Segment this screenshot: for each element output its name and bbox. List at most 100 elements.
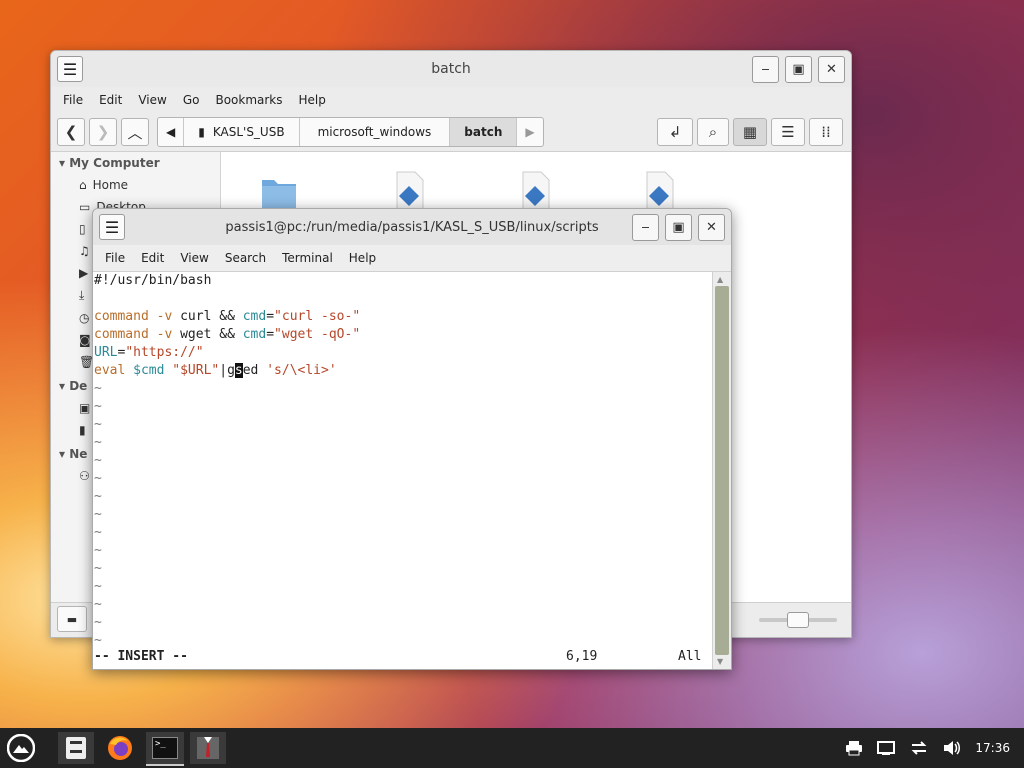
window-menu-button[interactable]: ☰: [57, 56, 83, 82]
file-manager-titlebar[interactable]: ☰ batch ‒ ▣ ✕: [51, 51, 851, 87]
terminal-window: ☰ passis1@pc:/run/media/passis1/KASL_S_U…: [92, 208, 732, 670]
taskbar-firefox[interactable]: [102, 732, 138, 764]
maximize-button[interactable]: ▣: [785, 56, 812, 83]
close-icon: ✕: [706, 220, 717, 235]
sidebar-section-label: De: [69, 379, 88, 393]
sidebar-icon: ▬: [66, 612, 78, 626]
menu-bookmarks[interactable]: Bookmarks: [207, 93, 290, 107]
document-icon: ▯: [79, 222, 86, 236]
breadcrumb-batch[interactable]: batch: [450, 118, 518, 146]
vim-empty-line: ~: [94, 453, 102, 468]
clock[interactable]: 17:36: [975, 741, 1010, 755]
taskbar-terminal[interactable]: >_: [146, 732, 184, 766]
vim-line: eval $cmd "$URL"|gsed 's/\<li>': [94, 363, 337, 378]
terminal-menubar: File Edit View Search Terminal Help: [93, 245, 731, 272]
forward-button[interactable]: ❯: [89, 118, 117, 146]
compact-view-button[interactable]: ⁞⁞: [809, 118, 843, 146]
sidebar-item-home[interactable]: ⌂ Home: [51, 174, 220, 196]
toggle-sidebar-button[interactable]: ▬: [57, 606, 87, 632]
vim-line: [93, 290, 713, 308]
scrollbar-thumb[interactable]: [715, 286, 729, 655]
vim-empty-line: ~: [94, 561, 102, 576]
menu-edit[interactable]: Edit: [133, 251, 172, 265]
vim-editor[interactable]: #!/usr/bin/bash command -v curl && cmd="c…: [93, 272, 713, 669]
music-icon: ♫: [79, 244, 90, 258]
sidebar-item-label: Home: [92, 178, 129, 192]
back-arrow-icon: ❮: [64, 123, 78, 141]
location-entry-icon: ↲: [668, 123, 682, 141]
download-icon: ⤓: [79, 288, 85, 302]
vim-empty-line: ~: [94, 471, 102, 486]
menu-search[interactable]: Search: [217, 251, 274, 265]
system-tray: 17:36: [845, 728, 1024, 768]
taskbar-app[interactable]: [190, 732, 226, 764]
video-icon: ▶: [79, 266, 89, 280]
terminal-icon: >_: [152, 737, 178, 759]
maximize-button[interactable]: ▣: [665, 214, 692, 241]
clock-icon: ◷: [79, 311, 90, 325]
firefox-icon: [108, 736, 132, 760]
home-icon: ⌂: [79, 178, 87, 192]
folder-icon: ▭: [79, 200, 91, 214]
hamburger-icon: ☰: [104, 217, 120, 237]
search-button[interactable]: ⌕: [697, 118, 729, 146]
sidebar-section-label: My Computer: [69, 156, 160, 170]
vim-empty-line: ~: [94, 597, 102, 612]
scroll-position: All: [678, 649, 702, 664]
vim-line: command -v curl && cmd="curl -so-": [94, 309, 361, 324]
breadcrumb-usb[interactable]: ▮ KASL'S_USB: [184, 118, 300, 146]
grid-icon: ▦: [742, 123, 758, 141]
maximize-icon: ▣: [792, 62, 805, 77]
vim-empty-line: ~: [94, 435, 102, 450]
breadcrumb-usb-label: KASL'S_USB: [212, 125, 285, 139]
expander-icon: ▾: [59, 156, 70, 170]
menu-help[interactable]: Help: [291, 93, 334, 107]
back-button[interactable]: ❮: [57, 118, 85, 146]
toggle-location-button[interactable]: ↲: [657, 118, 693, 146]
vim-line: #!/usr/bin/bash: [94, 273, 212, 288]
zoom-slider-thumb[interactable]: [787, 612, 809, 628]
vim-empty-line: ~: [94, 381, 102, 396]
display-icon[interactable]: [877, 740, 896, 756]
menu-go[interactable]: Go: [175, 93, 208, 107]
menu-file[interactable]: File: [97, 251, 133, 265]
breadcrumb-left-button[interactable]: ◀: [158, 118, 185, 146]
terminal-titlebar[interactable]: ☰ passis1@pc:/run/media/passis1/KASL_S_U…: [93, 209, 731, 245]
network-icon[interactable]: [909, 740, 929, 756]
menu-edit[interactable]: Edit: [91, 93, 130, 107]
menu-help[interactable]: Help: [341, 251, 384, 265]
start-menu-button[interactable]: [4, 732, 38, 764]
menu-view[interactable]: View: [172, 251, 216, 265]
search-icon: ⌕: [708, 123, 718, 141]
usb-icon: ▮: [79, 423, 86, 437]
vim-statusline: -- INSERT -- 6,19 All: [94, 649, 731, 667]
taskbar-file-manager[interactable]: [58, 732, 94, 764]
mountain-logo-icon: [7, 734, 35, 762]
close-button[interactable]: ✕: [818, 56, 845, 83]
minimize-button[interactable]: ‒: [752, 56, 779, 83]
close-button[interactable]: ✕: [698, 214, 725, 241]
vim-empty-line: ~: [94, 507, 102, 522]
printer-icon[interactable]: [845, 740, 863, 756]
sidebar-section-my-computer[interactable]: ▾ My Computer: [51, 152, 220, 174]
network-icon: ⚇: [79, 469, 90, 483]
compact-icon: ⁞⁞: [821, 123, 831, 141]
menu-file[interactable]: File: [55, 93, 91, 107]
minimize-button[interactable]: ‒: [632, 214, 659, 241]
breadcrumb-right-button[interactable]: ▶: [517, 118, 542, 146]
up-button[interactable]: ︿: [121, 118, 149, 146]
list-view-button[interactable]: ☰: [771, 118, 805, 146]
vim-empty-line: ~: [94, 615, 102, 630]
window-menu-button[interactable]: ☰: [99, 214, 125, 240]
terminal-scrollbar[interactable]: ▲ ▼: [712, 272, 731, 669]
breadcrumb-microsoft-windows[interactable]: microsoft_windows: [300, 118, 451, 146]
icon-view-button[interactable]: ▦: [733, 118, 767, 146]
menu-view[interactable]: View: [130, 93, 174, 107]
vim-empty-line: ~: [94, 525, 102, 540]
menu-terminal[interactable]: Terminal: [274, 251, 341, 265]
hamburger-icon: ☰: [62, 59, 78, 79]
volume-icon[interactable]: [943, 740, 961, 756]
list-icon: ☰: [781, 123, 795, 141]
expander-icon: ▾: [59, 447, 70, 461]
minimize-icon: ‒: [641, 220, 650, 235]
